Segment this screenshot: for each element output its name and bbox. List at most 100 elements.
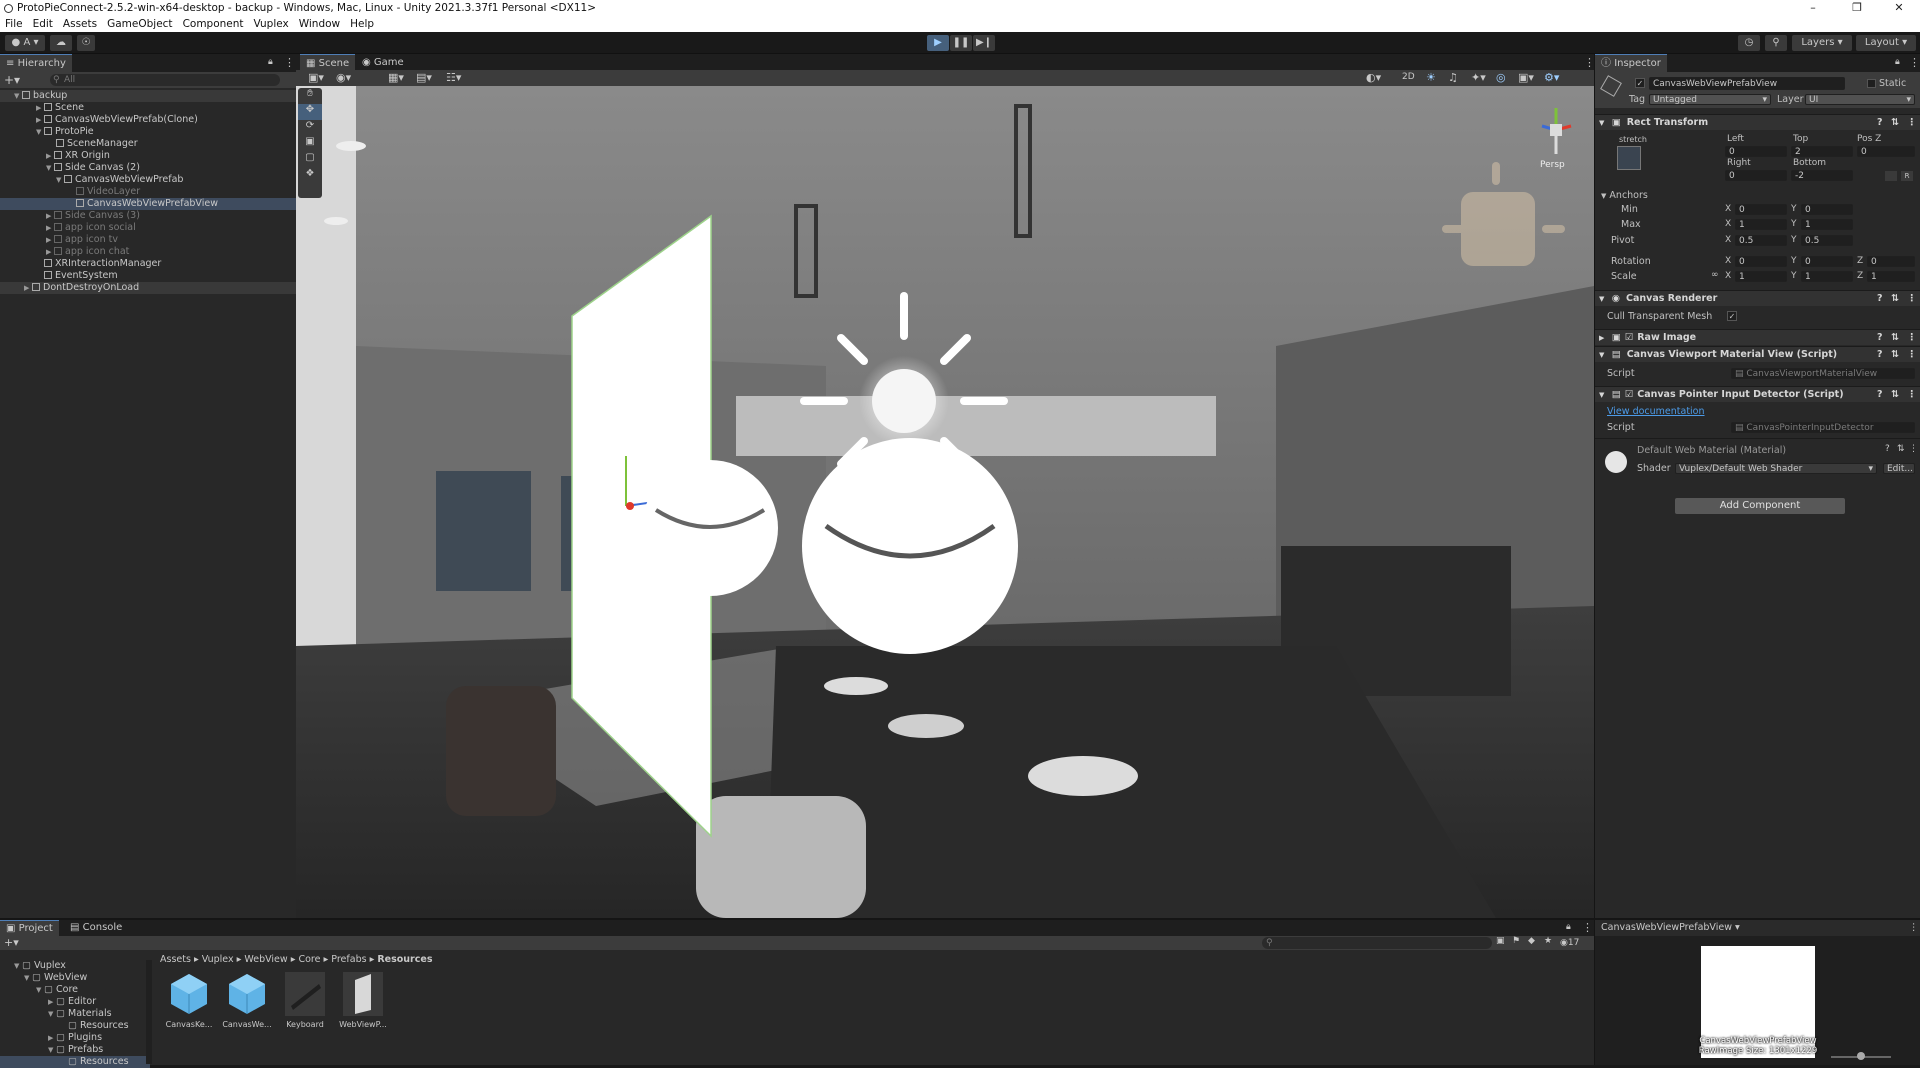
viewport-material-header[interactable]: ▼ ▤ Canvas Viewport Material View (Script…	[1595, 346, 1920, 362]
camera-icon[interactable]: ▣▾	[1518, 71, 1534, 84]
link-icon[interactable]: ∞	[1711, 270, 1719, 280]
tab-console[interactable]: ▤ Console	[64, 920, 128, 936]
hierarchy-item-scene[interactable]: ▶ Scene	[0, 102, 296, 114]
folder-editor[interactable]: ▶ ▢ Editor	[0, 996, 150, 1008]
folder-prefabs-resources[interactable]: ▢ Resources	[0, 1056, 150, 1068]
pointer-detector-checkbox[interactable]: ☑	[1625, 389, 1634, 400]
folder-webview[interactable]: ▼ ▢ WebView	[0, 972, 150, 984]
lock-icon[interactable]: 🔒︎	[1895, 57, 1900, 67]
rot-y-field[interactable]: 0	[1801, 256, 1853, 267]
asset-canvaswebviewprefab[interactable]: CanvasWe...	[220, 970, 274, 1029]
asset-canvaskeyboard[interactable]: CanvasKe...	[162, 970, 216, 1029]
preview-header[interactable]: CanvasWebViewPrefabView ▾ ⋮	[1595, 920, 1920, 936]
tag-dropdown[interactable]: Untagged ▾	[1649, 94, 1771, 105]
expand-arrow-icon[interactable]: ▼	[48, 1008, 56, 1020]
folder-vuplex[interactable]: ▼ ▢ Vuplex	[0, 960, 150, 972]
hidden-packages-count[interactable]: ◉17	[1560, 936, 1579, 950]
right-field[interactable]: 0	[1725, 170, 1787, 181]
menu-gameobject[interactable]: GameObject	[102, 18, 177, 30]
fold-arrow-icon[interactable]: ▼	[1599, 351, 1604, 359]
add-icon[interactable]: +▾	[4, 936, 19, 950]
active-checkbox[interactable]: ✓	[1635, 78, 1645, 88]
scene-viewport[interactable]: ✋︎ ✥ ⟳ ▣ ▢ ❖ Persp	[296, 86, 1594, 918]
expand-arrow-icon[interactable]: ▶	[46, 150, 54, 162]
fold-arrow-icon[interactable]: ▼	[1599, 391, 1604, 399]
rotate-tool-icon[interactable]: ⟳	[298, 120, 322, 136]
hierarchy-item-app-icon-tv[interactable]: ▶ app icon tv	[0, 234, 296, 246]
breadcrumb-assets[interactable]: Assets	[160, 954, 191, 965]
folder-materials[interactable]: ▼ ▢ Materials	[0, 1008, 150, 1020]
min-y-field[interactable]: 0	[1801, 204, 1853, 215]
expand-arrow-icon[interactable]: ▶	[46, 210, 54, 222]
increment-snap-icon[interactable]: ☷▾	[446, 71, 461, 84]
add-icon[interactable]: +▾	[4, 72, 20, 88]
expand-arrow-icon[interactable]: ▶	[46, 222, 54, 234]
history-icon[interactable]: ◷	[1738, 35, 1760, 51]
expand-arrow-icon[interactable]: ▼	[36, 984, 44, 996]
tab-hierarchy[interactable]: ≡ Hierarchy	[0, 54, 72, 72]
kebab-menu-icon[interactable]: ⋮	[1909, 56, 1920, 69]
layers-dropdown[interactable]: Layers ▾	[1792, 35, 1852, 51]
expand-arrow-icon[interactable]: ▼	[24, 972, 32, 984]
left-field[interactable]: 0	[1725, 146, 1787, 157]
raw-edit-button[interactable]: R	[1901, 171, 1913, 181]
pivot-x-field[interactable]: 0.5	[1735, 235, 1787, 246]
draw-mode-icon[interactable]: ▣▾	[308, 71, 324, 84]
hierarchy-item-protopie[interactable]: ▼ ProtoPie	[0, 126, 296, 138]
hierarchy-item-side-canvas-2[interactable]: ▼ Side Canvas (2)	[0, 162, 296, 174]
kebab-menu-icon[interactable]: ⋮	[1907, 115, 1917, 131]
help-icon[interactable]: ?	[1885, 444, 1890, 454]
menu-edit[interactable]: Edit	[28, 18, 58, 30]
hierarchy-item-canvaswebviewprefabview[interactable]: CanvasWebViewPrefabView	[0, 198, 296, 210]
hierarchy-item-scenemanager[interactable]: SceneManager	[0, 138, 296, 150]
scale-z-field[interactable]: 1	[1867, 271, 1915, 282]
folder-materials-resources[interactable]: ▢ Resources	[0, 1020, 150, 1032]
expand-arrow-icon[interactable]: ▶	[48, 1032, 56, 1044]
breadcrumb-prefabs[interactable]: Prefabs	[331, 954, 366, 965]
scale-tool-icon[interactable]: ▣	[298, 136, 322, 152]
maximize-icon[interactable]: ❐	[1834, 0, 1880, 16]
lighting-icon[interactable]: ☀	[1426, 71, 1436, 84]
gizmos-icon[interactable]: ⚙▾	[1544, 71, 1559, 84]
expand-arrow-icon[interactable]: ▶	[46, 246, 54, 258]
layout-dropdown[interactable]: Layout ▾	[1856, 35, 1916, 51]
scale-x-field[interactable]: 1	[1735, 271, 1787, 282]
hierarchy-item-app-icon-chat[interactable]: ▶ app icon chat	[0, 246, 296, 258]
material-name[interactable]: Default Web Material (Material)	[1637, 445, 1786, 456]
folder-core[interactable]: ▼ ▢ Core	[0, 984, 150, 996]
visibility-icon[interactable]: ◎	[1496, 71, 1506, 84]
rot-x-field[interactable]: 0	[1735, 256, 1787, 267]
help-icon[interactable]: ?	[1877, 291, 1883, 307]
menu-assets[interactable]: Assets	[58, 18, 102, 30]
expand-arrow-icon[interactable]: ▼	[56, 174, 64, 186]
account-dropdown[interactable]: ● A ▾	[5, 35, 45, 51]
asset-webviewprefab[interactable]: WebViewP...	[336, 970, 390, 1029]
play-button[interactable]: ▶	[927, 35, 949, 51]
grid-snap-icon[interactable]: ▦▾	[388, 71, 404, 84]
rect-transform-header[interactable]: ▼ ▣ Rect Transform ? ⇅ ⋮	[1595, 114, 1920, 130]
breadcrumb-core[interactable]: Core	[298, 954, 320, 965]
step-button[interactable]: ▶❙	[973, 35, 995, 51]
preset-icon[interactable]: ⇅	[1891, 387, 1899, 403]
rect-tool-icon[interactable]: ▢	[298, 152, 322, 168]
raw-image-header[interactable]: ▶ ▣ ☑ Raw Image ? ⇅ ⋮	[1595, 329, 1920, 345]
help-icon[interactable]: ?	[1877, 330, 1883, 346]
folder-plugins[interactable]: ▶ ▢ Plugins	[0, 1032, 150, 1044]
kebab-menu-icon[interactable]: ⋮	[1907, 291, 1917, 307]
expand-arrow-icon[interactable]: ▶	[48, 996, 56, 1008]
fold-arrow-icon[interactable]: ▼	[1599, 295, 1604, 303]
pause-button[interactable]: ❚❚	[950, 35, 972, 51]
move-tool-icon[interactable]: ✥	[298, 104, 322, 120]
hierarchy-item-canvaswebviewprefab[interactable]: ▼ CanvasWebViewPrefab	[0, 174, 296, 186]
add-component-button[interactable]: Add Component	[1675, 498, 1845, 514]
cloud-icon[interactable]: ☁	[50, 35, 72, 51]
minimize-icon[interactable]: –	[1790, 0, 1836, 16]
kebab-menu-icon[interactable]: ⋮	[1582, 921, 1593, 934]
menu-file[interactable]: File	[0, 18, 28, 30]
preset-icon[interactable]: ⇅	[1891, 330, 1899, 346]
max-x-field[interactable]: 1	[1735, 219, 1787, 230]
hierarchy-search-input[interactable]: ⚲ All	[50, 74, 280, 86]
object-name-field[interactable]: CanvasWebViewPrefabView	[1649, 77, 1845, 90]
filter-by-tag-icon[interactable]: ◆	[1528, 936, 1535, 946]
bottom-field[interactable]: -2	[1791, 170, 1853, 181]
